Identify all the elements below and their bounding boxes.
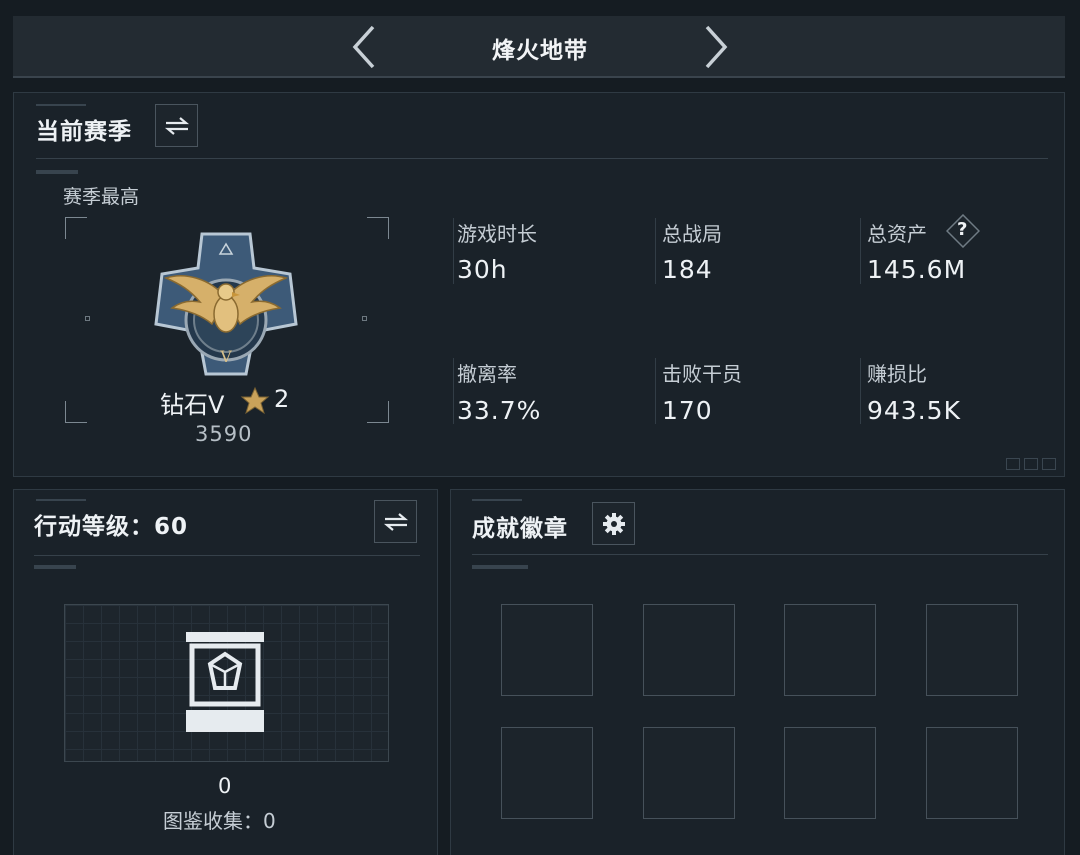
display-case-icon — [186, 632, 264, 732]
decor-tick — [36, 104, 86, 106]
stat-profit-ratio-label: 赚损比 — [867, 362, 927, 386]
season-divider — [36, 158, 1048, 159]
badge-slot-7[interactable] — [784, 727, 876, 819]
rank-emblem: V — [150, 228, 302, 380]
decor-tick — [472, 499, 522, 501]
frame-marker — [85, 316, 90, 321]
frame-marker — [362, 316, 367, 321]
svg-text:V: V — [219, 347, 232, 366]
rank-star — [240, 386, 270, 420]
achievements-settings-button[interactable] — [592, 502, 635, 545]
swap-icon — [383, 512, 408, 531]
stat-assets-label: 总资产 — [867, 222, 927, 246]
badge-slot-8[interactable] — [926, 727, 1018, 819]
next-mode-button[interactable] — [695, 22, 735, 72]
badge-slot-1[interactable] — [501, 604, 593, 696]
star-icon — [240, 386, 270, 415]
frame-corner — [65, 217, 87, 239]
mode-title: 烽火地带 — [492, 38, 588, 64]
decor-square — [1006, 458, 1020, 470]
stat-kills-value: 170 — [662, 396, 713, 425]
badge-slot-5[interactable] — [501, 727, 593, 819]
stat-playtime-value: 30h — [457, 255, 508, 284]
assets-help-button[interactable]: ? — [945, 213, 981, 249]
action-level-title: 行动等级：60 — [34, 514, 189, 540]
action-level-divider — [34, 555, 420, 556]
rank-score: 3590 — [195, 422, 253, 446]
stat-divider — [655, 218, 656, 284]
collection-label: 图鉴收集：0 — [163, 809, 276, 833]
action-level-switch-button[interactable] — [374, 500, 417, 543]
stat-profit-ratio-value: 943.5K — [867, 396, 961, 425]
frame-corner — [65, 401, 87, 423]
stat-playtime-label: 游戏时长 — [457, 222, 537, 246]
stat-extract-rate-label: 撤离率 — [457, 362, 517, 386]
season-title: 当前赛季 — [36, 119, 132, 145]
decor-tick — [472, 565, 528, 569]
badge-slot-6[interactable] — [643, 727, 735, 819]
frame-corner — [367, 401, 389, 423]
badge-slot-4[interactable] — [926, 604, 1018, 696]
collection-count: 0 — [218, 774, 232, 798]
decor-tick — [36, 499, 86, 501]
stat-assets-value: 145.6M — [867, 255, 967, 284]
decor-tick — [34, 565, 76, 569]
gear-icon — [602, 512, 625, 535]
achievements-title: 成就徽章 — [472, 516, 568, 542]
frame-corner — [367, 217, 389, 239]
badge-slot-3[interactable] — [784, 604, 876, 696]
stat-matches-label: 总战局 — [662, 222, 722, 246]
stat-extract-rate-value: 33.7% — [457, 396, 542, 425]
stat-divider — [860, 218, 861, 284]
decor-square — [1024, 458, 1038, 470]
stat-kills-label: 击败干员 — [662, 362, 742, 386]
chevron-right-icon — [705, 25, 728, 69]
decor-tick — [36, 170, 78, 174]
season-switch-button[interactable] — [155, 104, 198, 147]
rank-name: 钻石V — [160, 391, 225, 419]
collection-item — [180, 628, 270, 738]
eagle-emblem-icon: V — [154, 232, 298, 376]
stat-matches-value: 184 — [662, 255, 713, 284]
achievements-divider — [472, 554, 1048, 555]
rank-stars-count: 2 — [274, 385, 290, 413]
season-best-label: 赛季最高 — [63, 186, 140, 208]
stat-divider — [655, 358, 656, 424]
swap-icon — [164, 116, 189, 135]
stat-divider — [453, 218, 454, 284]
badge-slot-2[interactable] — [643, 604, 735, 696]
stat-divider — [453, 358, 454, 424]
help-mark: ? — [957, 219, 968, 240]
decor-square — [1042, 458, 1056, 470]
stat-divider — [860, 358, 861, 424]
